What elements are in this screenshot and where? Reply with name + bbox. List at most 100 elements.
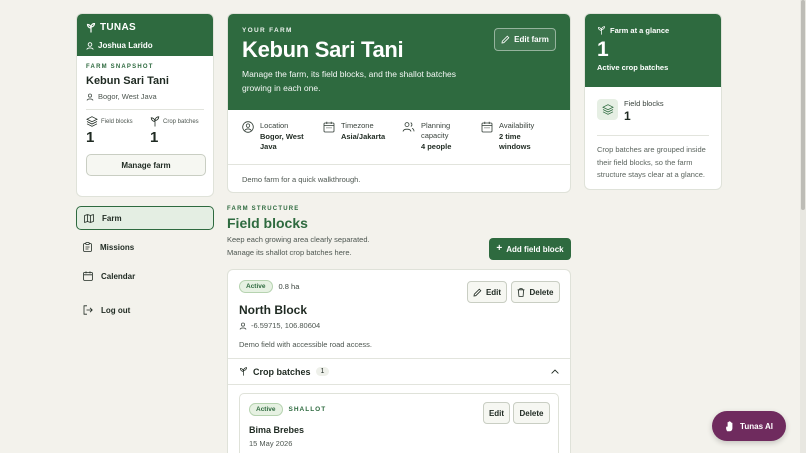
delete-label: Delete xyxy=(529,287,554,297)
glance-body: Field blocks 1 Crop batches are grouped … xyxy=(585,87,721,189)
sprout-icon xyxy=(240,367,247,376)
map-icon xyxy=(84,213,94,223)
sprout-logo-icon xyxy=(86,22,96,32)
structure-title: Field blocks xyxy=(227,215,308,231)
divider xyxy=(86,109,204,110)
meta-label: Availability xyxy=(498,121,535,130)
person-pin-icon xyxy=(239,322,247,330)
field-block-details: Active 0.8 ha North Block -6.59715, 106.… xyxy=(228,270,570,358)
block-note: Demo field with accessible road access. xyxy=(239,340,372,349)
block-coordinates: -6.59715, 106.80604 xyxy=(239,321,559,330)
add-field-block-button[interactable]: + Add field block xyxy=(489,238,571,260)
user-name: Joshua Larido xyxy=(98,41,153,50)
pencil-icon xyxy=(473,288,482,296)
glance-field-blocks-label: Field blocks xyxy=(624,99,664,108)
crop-batches-list: Active SHALLOT Bima Brebes 15 May 2026 E… xyxy=(228,384,570,453)
stat-value: 1 xyxy=(86,129,95,146)
glance-number: 1 xyxy=(597,38,609,61)
tunas-ai-label: Tunas AI xyxy=(740,421,773,431)
sprout-icon xyxy=(150,116,160,127)
meta-value: 4 people xyxy=(420,142,452,151)
block-size: 0.8 ha xyxy=(278,282,300,291)
stat-crop-batches: Crop batches 1 xyxy=(150,116,204,146)
edit-farm-button[interactable]: Edit farm xyxy=(494,28,556,51)
nav-label: Calendar xyxy=(101,271,136,281)
snapshot-location: Bogor, West Java xyxy=(86,92,204,101)
brand-name: TUNAS xyxy=(100,22,136,33)
layers-icon xyxy=(86,116,98,127)
meta-timezone: Timezone Asia/Jakarta xyxy=(323,121,402,164)
glance-note: Crop batches are grouped inside their fi… xyxy=(597,135,709,182)
stat-value: 1 xyxy=(150,129,159,146)
meta-value: Asia/Jakarta xyxy=(340,132,386,141)
batch-type: SHALLOT xyxy=(288,406,327,413)
edit-label: Edit xyxy=(485,287,502,297)
delete-block-button[interactable]: Delete xyxy=(511,281,560,303)
status-badge: Active xyxy=(249,403,283,416)
nav-label: Log out xyxy=(101,305,131,315)
snapshot-stats: Field blocks 1 Crop batches 1 xyxy=(86,116,204,146)
sidebar-header: TUNAS Joshua Larido xyxy=(77,14,213,56)
layers-icon xyxy=(597,99,618,120)
meta-planning-capacity: Planning capacity 4 people xyxy=(402,121,481,164)
meta-location: Location Bogor, West Java xyxy=(242,121,323,164)
stat-label: Crop batches xyxy=(163,118,199,125)
delete-batch-button[interactable]: Delete xyxy=(513,402,550,424)
scrollbar-thumb[interactable] xyxy=(801,0,805,210)
logout-icon xyxy=(83,305,93,315)
sprout-icon xyxy=(598,26,605,35)
meta-label: Timezone xyxy=(340,121,374,130)
meta-value: Bogor, West Java xyxy=(260,132,304,151)
hero-description: Manage the farm, its field blocks, and t… xyxy=(242,69,457,93)
batch-name: Bima Brebes xyxy=(249,425,305,435)
snapshot-body: FARM SNAPSHOT Kebun Sari Tani Bogor, Wes… xyxy=(77,56,213,184)
edit-block-button[interactable]: Edit xyxy=(467,281,507,303)
structure-description: Keep each growing area clearly separated… xyxy=(227,235,370,257)
crop-batches-count: 1 xyxy=(315,367,330,376)
calendar-icon xyxy=(481,121,493,133)
chevron-up-icon[interactable] xyxy=(551,369,559,374)
edit-farm-label: Edit farm xyxy=(514,35,549,44)
field-structure-header: FARM STRUCTURE Field blocks Keep each gr… xyxy=(227,206,571,264)
meta-availability: Availability 2 time windows xyxy=(481,121,556,164)
meta-label: Location xyxy=(260,121,289,130)
calendar-icon xyxy=(83,271,93,281)
brand-logo[interactable]: TUNAS xyxy=(86,22,204,33)
nav-item-calendar[interactable]: Calendar xyxy=(76,264,214,288)
glance-header: Farm at a glance 1 Active crop batches xyxy=(585,14,721,87)
calendar-icon xyxy=(323,121,335,133)
plus-icon: + xyxy=(496,243,503,254)
stat-field-blocks: Field blocks 1 xyxy=(86,116,140,146)
farm-snapshot-card: TUNAS Joshua Larido FARM SNAPSHOT Kebun … xyxy=(76,13,214,197)
tunas-ai-button[interactable]: Tunas AI xyxy=(712,411,786,441)
block-name: North Block xyxy=(239,303,308,317)
nav-label: Farm xyxy=(102,213,122,223)
clipboard-icon xyxy=(83,242,92,252)
nav-item-missions[interactable]: Missions xyxy=(76,235,214,259)
hero-meta: Location Bogor, West Java Timezone Asia/… xyxy=(228,110,570,164)
meta-label: Planning capacity xyxy=(420,121,451,140)
meta-value: 2 time windows xyxy=(498,132,531,151)
person-pin-icon xyxy=(86,93,94,101)
crop-batches-label: Crop batches xyxy=(253,366,311,377)
user-profile[interactable]: Joshua Larido xyxy=(86,41,204,50)
hero-header: YOUR FARM Kebun Sari Tani Manage the far… xyxy=(228,14,570,110)
trash-icon xyxy=(518,287,525,297)
nav-item-logout[interactable]: Log out xyxy=(76,298,214,322)
field-block-card: Active 0.8 ha North Block -6.59715, 106.… xyxy=(227,269,571,453)
manage-farm-button[interactable]: Manage farm xyxy=(86,154,206,176)
nav-label: Missions xyxy=(100,242,135,252)
snapshot-farm-name: Kebun Sari Tani xyxy=(86,75,169,87)
farm-glance-card: Farm at a glance 1 Active crop batches F… xyxy=(584,13,722,190)
structure-eyebrow: FARM STRUCTURE xyxy=(227,206,300,212)
glance-field-blocks-value: 1 xyxy=(624,109,631,123)
edit-batch-button[interactable]: Edit xyxy=(483,402,510,424)
glance-title-text: Farm at a glance xyxy=(610,26,670,35)
hero-footnote: Demo farm for a quick walkthrough. xyxy=(228,164,570,192)
snapshot-location-text: Bogor, West Java xyxy=(98,92,157,101)
crop-batch-card: Active SHALLOT Bima Brebes 15 May 2026 E… xyxy=(239,393,559,453)
nav-item-farm[interactable]: Farm xyxy=(76,206,214,230)
user-icon xyxy=(86,41,94,50)
snapshot-eyebrow: FARM SNAPSHOT xyxy=(86,64,154,70)
crop-batches-toggle[interactable]: Crop batches 1 xyxy=(228,358,570,384)
